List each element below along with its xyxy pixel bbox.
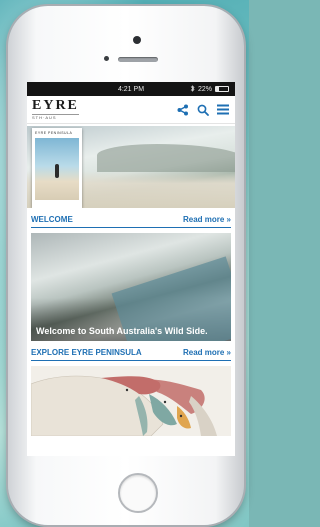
- status-time: 4:21 PM: [117, 85, 145, 93]
- share-icon[interactable]: [176, 103, 190, 117]
- site-header: EYRE STH·AUS: [27, 96, 235, 124]
- hero-banner: EYRE PENINSULA: [27, 126, 235, 208]
- welcome-feature-card[interactable]: Welcome to South Australia's Wild Side.: [31, 233, 231, 341]
- peninsula-map[interactable]: [31, 366, 231, 436]
- magazine-figure: [55, 164, 59, 178]
- menu-icon[interactable]: [216, 103, 230, 117]
- hero-dune: [97, 144, 235, 172]
- logo-title: EYRE: [32, 98, 79, 113]
- magazine-cover-photo: [35, 138, 79, 200]
- search-icon[interactable]: [196, 103, 210, 117]
- magazine-title: EYRE PENINSULA: [35, 131, 73, 135]
- site-logo[interactable]: EYRE STH·AUS: [32, 99, 79, 120]
- welcome-read-more-link[interactable]: Read more »: [183, 215, 231, 224]
- front-camera: [133, 36, 141, 44]
- home-button[interactable]: [118, 473, 158, 513]
- welcome-title: WELCOME: [31, 215, 73, 224]
- header-icons: [176, 103, 230, 117]
- explore-title: EXPLORE EYRE PENINSULA: [31, 348, 142, 357]
- explore-read-more-link[interactable]: Read more »: [183, 348, 231, 357]
- logo-subtitle: STH·AUS: [32, 114, 79, 120]
- battery-icon: [215, 86, 229, 92]
- magazine-cover[interactable]: EYRE PENINSULA: [32, 128, 82, 208]
- proximity-sensor: [104, 56, 109, 61]
- phone-screen: 4:21 PM 22% EYRE STH·AUS EYRE PENINSULA …: [27, 82, 235, 456]
- explore-section-header: EXPLORE EYRE PENINSULA Read more »: [31, 348, 231, 361]
- welcome-caption: Welcome to South Australia's Wild Side.: [36, 326, 208, 337]
- status-bar: 4:21 PM 22%: [27, 82, 235, 96]
- earpiece-speaker: [118, 57, 158, 62]
- peninsula-map-graphic: [31, 375, 217, 436]
- welcome-section-header: WELCOME Read more »: [31, 215, 231, 228]
